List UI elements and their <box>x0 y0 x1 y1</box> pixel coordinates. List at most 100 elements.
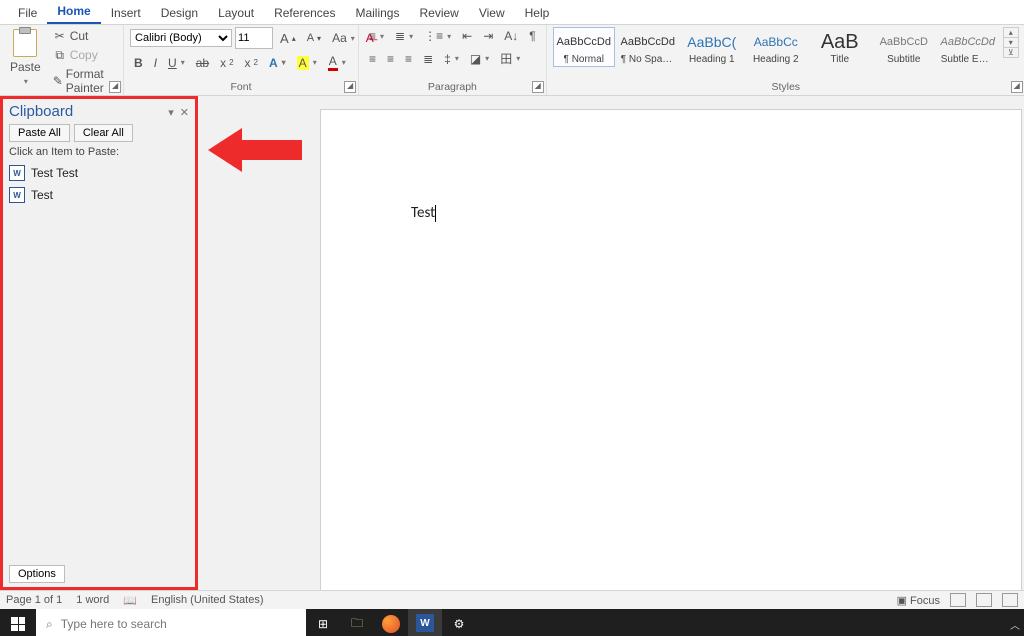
style-heading-2[interactable]: AaBbCcHeading 2 <box>745 27 807 67</box>
word-doc-icon <box>9 165 25 181</box>
highlight-button[interactable]: A▾ <box>293 54 321 72</box>
start-button[interactable] <box>0 609 36 636</box>
word-doc-icon <box>9 187 25 203</box>
numbering-button[interactable]: ≣▾ <box>391 27 417 45</box>
font-name-select[interactable]: Calibri (Body) <box>130 29 232 47</box>
paste-label: Paste <box>10 60 41 74</box>
justify-button[interactable]: ≣ <box>419 50 437 68</box>
tab-review[interactable]: Review <box>409 3 468 24</box>
pane-menu-icon[interactable]: ▾ <box>168 107 174 119</box>
tab-insert[interactable]: Insert <box>101 3 151 24</box>
decrease-indent-button[interactable]: ⇤ <box>458 27 476 45</box>
style-heading-1[interactable]: AaBbC(Heading 1 <box>681 27 743 67</box>
clipboard-icon <box>13 29 37 57</box>
search-icon: ⌕ <box>46 617 53 632</box>
bold-button[interactable]: B <box>130 54 147 72</box>
tab-references[interactable]: References <box>264 3 345 24</box>
line-spacing-button[interactable]: ‡▾ <box>440 50 463 68</box>
red-arrow-annotation <box>208 128 302 172</box>
paste-button[interactable]: Paste ▾ <box>6 27 45 88</box>
print-layout-button[interactable] <box>976 593 992 607</box>
tab-help[interactable]: Help <box>515 3 560 24</box>
align-center-button[interactable]: ≡ <box>383 50 398 68</box>
firefox-icon[interactable] <box>374 609 408 636</box>
font-size-input[interactable] <box>235 27 273 49</box>
group-label: Font <box>130 81 352 95</box>
page-indicator[interactable]: Page 1 of 1 <box>6 594 62 606</box>
tab-layout[interactable]: Layout <box>208 3 264 24</box>
file-explorer-icon[interactable]: 🗀 <box>340 609 374 636</box>
clipboard-hint: Click an Item to Paste: <box>3 146 195 162</box>
format-painter-button[interactable]: ✎Format Painter <box>49 65 117 97</box>
align-left-button[interactable]: ≡ <box>365 50 380 68</box>
word-icon[interactable]: W <box>408 609 442 636</box>
dialog-launcher-icon[interactable]: ◢ <box>532 81 544 93</box>
document-text: Test <box>411 204 435 222</box>
group-paragraph: ≡▾ ≣▾ ⋮≡▾ ⇤ ⇥ A↓ ¶ ≡ ≡ ≡ ≣ ‡▾ ◪▾ 田▾ Para… <box>359 25 547 95</box>
task-view-button[interactable]: ⊞ <box>306 609 340 636</box>
tab-file[interactable]: File <box>8 3 47 24</box>
spellcheck-icon[interactable]: 📖 <box>123 594 137 607</box>
grow-font-button[interactable]: A▴ <box>276 29 300 48</box>
tab-design[interactable]: Design <box>151 3 208 24</box>
italic-button[interactable]: I <box>150 54 161 72</box>
chevron-down-icon: ▾ <box>24 77 28 86</box>
underline-button[interactable]: U▾ <box>164 54 189 72</box>
settings-icon[interactable]: ⚙ <box>442 609 476 636</box>
show-marks-button[interactable]: ¶ <box>525 27 539 45</box>
strike-button[interactable]: ab <box>192 54 213 72</box>
subscript-button[interactable]: x2 <box>216 54 237 72</box>
options-button[interactable]: Options <box>9 565 65 583</box>
tab-home[interactable]: Home <box>47 1 100 24</box>
clipboard-item[interactable]: Test Test <box>7 162 191 184</box>
document-page[interactable]: Test <box>321 110 1021 590</box>
read-mode-button[interactable] <box>950 593 966 607</box>
style--normal[interactable]: AaBbCcDd¶ Normal <box>553 27 615 67</box>
font-color-button[interactable]: A▾ <box>324 52 350 73</box>
borders-button[interactable]: 田▾ <box>496 48 524 69</box>
change-case-button[interactable]: Aa▾ <box>328 29 359 47</box>
status-bar: Page 1 of 1 1 word 📖 English (United Sta… <box>0 590 1024 609</box>
web-layout-button[interactable] <box>1002 593 1018 607</box>
tab-view[interactable]: View <box>469 3 515 24</box>
style-title[interactable]: AaBTitle <box>809 27 871 67</box>
copy-button[interactable]: ⧉Copy <box>49 46 117 64</box>
dialog-launcher-icon[interactable]: ◢ <box>1011 81 1023 93</box>
brush-icon: ✎ <box>53 74 63 88</box>
show-hidden-icons[interactable]: ︿ <box>1006 609 1024 636</box>
sort-button[interactable]: A↓ <box>500 27 522 45</box>
styles-more[interactable]: ▴▾⊻ <box>1003 27 1019 58</box>
windows-icon <box>11 617 25 631</box>
clear-all-button[interactable]: Clear All <box>74 124 133 142</box>
group-label: Styles <box>553 81 1019 95</box>
language-indicator[interactable]: English (United States) <box>151 594 264 606</box>
paste-all-button[interactable]: Paste All <box>9 124 70 142</box>
group-font: Calibri (Body) A▴ A▾ Aa▾ A̶ B I U▾ ab x2… <box>124 25 359 95</box>
close-icon[interactable]: ✕ <box>180 107 189 119</box>
taskbar-search[interactable]: ⌕Type here to search <box>36 609 306 636</box>
style--no-spac-[interactable]: AaBbCcDd¶ No Spac... <box>617 27 679 67</box>
tab-mailings[interactable]: Mailings <box>345 3 409 24</box>
align-right-button[interactable]: ≡ <box>401 50 416 68</box>
increase-indent-button[interactable]: ⇥ <box>479 27 497 45</box>
shading-button[interactable]: ◪▾ <box>466 50 493 68</box>
group-label: Paragraph <box>365 81 540 95</box>
dialog-launcher-icon[interactable]: ◢ <box>344 81 356 93</box>
scissors-icon: ✂ <box>53 29 67 43</box>
clipboard-list: Test TestTest <box>3 162 195 561</box>
clipboard-item[interactable]: Test <box>7 184 191 206</box>
shrink-font-button[interactable]: A▾ <box>303 30 325 46</box>
word-count[interactable]: 1 word <box>76 594 109 606</box>
bullets-button[interactable]: ≡▾ <box>365 27 388 45</box>
text-cursor <box>435 205 436 222</box>
ribbon-tabs: FileHomeInsertDesignLayoutReferencesMail… <box>0 0 1024 25</box>
style-subtitle[interactable]: AaBbCcDSubtitle <box>873 27 935 67</box>
clipboard-pane-title: Clipboard <box>9 103 73 120</box>
multilevel-button[interactable]: ⋮≡▾ <box>420 27 455 45</box>
superscript-button[interactable]: x2 <box>241 54 262 72</box>
style-subtle-em-[interactable]: AaBbCcDdSubtle Em... <box>937 27 999 67</box>
dialog-launcher-icon[interactable]: ◢ <box>109 81 121 93</box>
cut-button[interactable]: ✂Cut <box>49 27 117 45</box>
focus-mode-button[interactable]: ▣ Focus <box>897 594 940 607</box>
text-effects-button[interactable]: A▾ <box>265 54 290 72</box>
